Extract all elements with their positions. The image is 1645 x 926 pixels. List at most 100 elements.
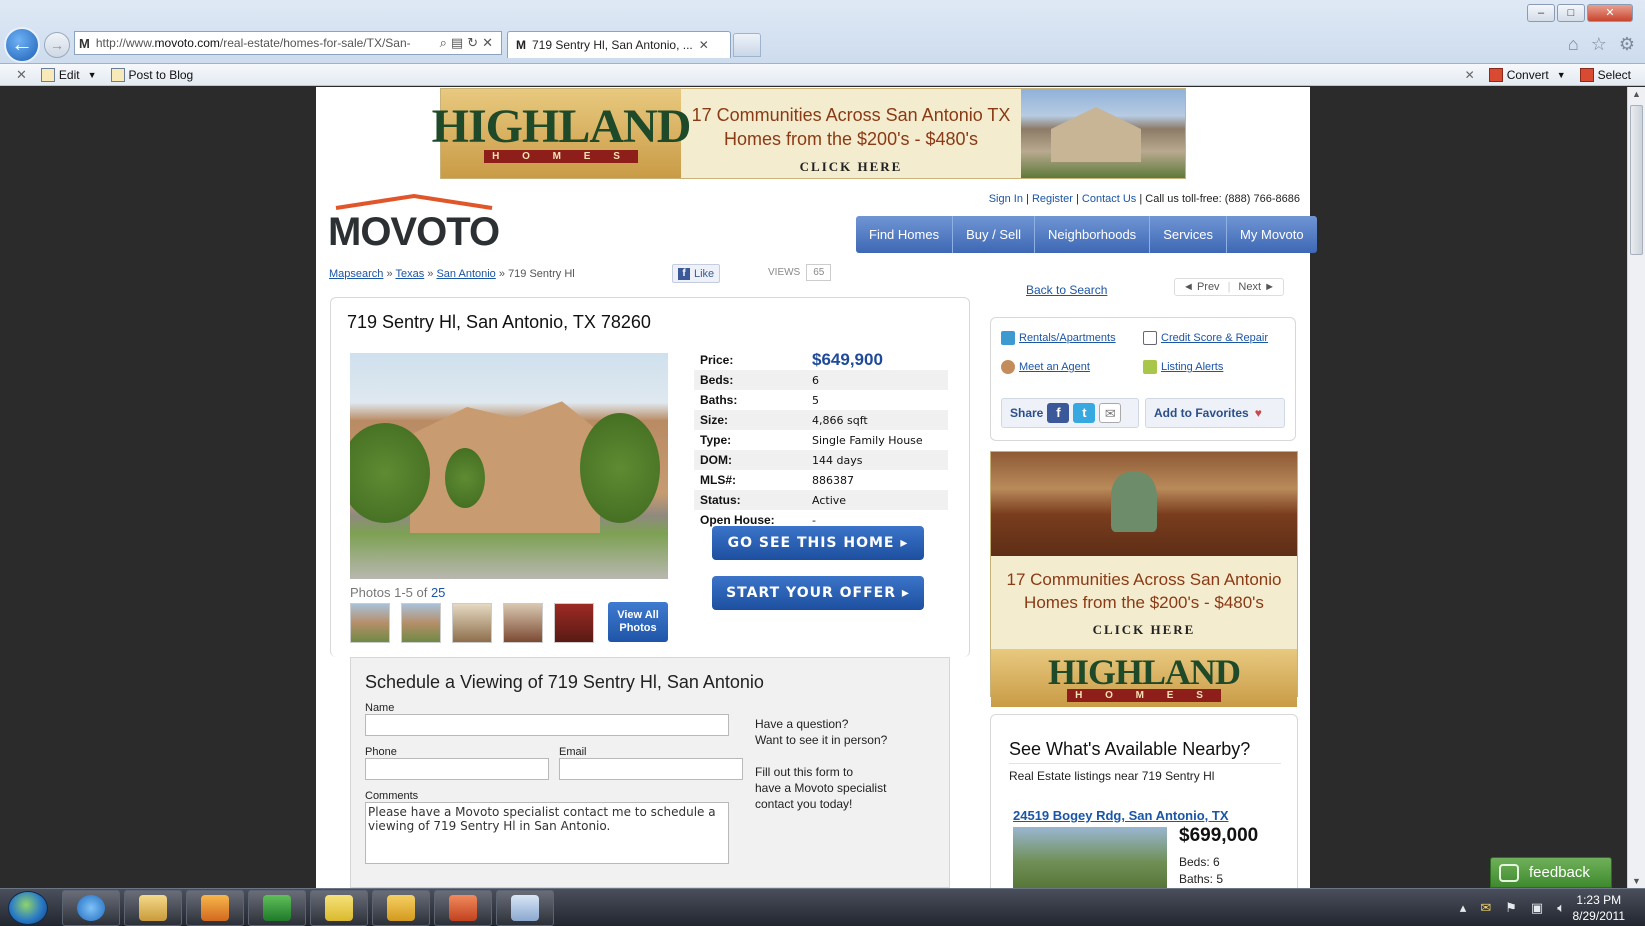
photo-thumbnail[interactable] [554,603,594,643]
breadcrumb-texas[interactable]: Texas [395,268,424,280]
sidebar-ad[interactable]: 17 Communities Across San Antonio Homes … [990,451,1298,707]
minimize-button[interactable]: – [1527,4,1555,22]
next-link[interactable]: Next ► [1238,281,1275,293]
compat-view-icon[interactable]: ▤ [451,35,467,50]
new-tab-button[interactable] [733,33,761,57]
breadcrumb-san-antonio[interactable]: San Antonio [436,268,495,280]
convert-button[interactable]: Convert ▼ [1488,67,1566,82]
start-your-offer-button[interactable]: START YOUR OFFER ▸ [712,576,924,610]
back-to-search-link[interactable]: Back to Search [1026,283,1107,297]
add-to-favorites-button[interactable]: Add to Favorites ♥ [1145,398,1285,428]
maximize-button[interactable]: □ [1557,4,1585,22]
browser-titlebar: – □ ✕ ← → M http://www.movoto.com/real-e… [0,0,1645,64]
fact-label: Size: [700,413,729,427]
register-link[interactable]: Register [1032,193,1073,205]
taskbar-excel[interactable] [248,890,306,926]
listing-main-photo[interactable] [350,353,668,579]
banner-ad[interactable]: HIGHLAND H O M E S 17 Communities Across… [432,88,1186,179]
close-toolbar-icon[interactable]: ✕ [16,67,27,83]
chevron-down-icon[interactable]: ▼ [88,70,97,80]
phone-input[interactable] [365,758,549,780]
taskbar-paint[interactable] [496,890,554,926]
action-center-flag-icon[interactable]: ⚑ [1505,900,1517,916]
volume-icon[interactable]: 🔈︎ [1557,900,1565,916]
search-icon[interactable]: ⌕ [440,35,451,50]
twitter-share-icon[interactable]: t [1073,403,1096,423]
credit-score-link[interactable]: Credit Score & Repair [1143,331,1268,345]
taskbar-explorer[interactable] [124,890,182,926]
nearby-listing-photo[interactable] [1013,827,1167,888]
meet-agent-link[interactable]: Meet an Agent [1001,360,1090,374]
photo-thumbnail[interactable] [401,603,441,643]
photo-thumbnail[interactable] [503,603,543,643]
taskbar-outlook[interactable] [372,890,430,926]
agent-person-icon [1001,360,1015,374]
banner-line1: 17 Communities Across San Antonio TX [691,105,1011,125]
tab-close-icon[interactable]: ✕ [699,38,709,52]
back-button[interactable]: ← [4,27,40,63]
prev-link[interactable]: ◄ Prev [1183,281,1220,293]
photo-thumbnail[interactable] [350,603,390,643]
breadcrumb-mapsearch[interactable]: Mapsearch [329,268,383,280]
photo-thumbnail[interactable] [452,603,492,643]
nav-neighborhoods[interactable]: Neighborhoods [1035,216,1151,253]
address-bar[interactable]: M http://www.movoto.com/real-estate/home… [74,31,502,55]
facebook-like-button[interactable]: f Like [672,264,721,283]
forward-button[interactable]: → [44,32,70,58]
network-icon[interactable]: ▣ [1531,900,1543,916]
nav-buy-sell[interactable]: Buy / Sell [953,216,1035,253]
facebook-share-icon[interactable]: f [1047,403,1070,423]
show-hidden-icons-icon[interactable]: ▴ [1460,900,1467,916]
nav-my-movoto[interactable]: My Movoto [1227,216,1317,253]
comments-textarea[interactable]: Please have a Movoto specialist contact … [365,802,729,864]
taskbar-notes[interactable] [310,890,368,926]
chevron-down-icon[interactable]: ▼ [1557,70,1566,80]
close-convert-icon[interactable]: ✕ [1465,68,1475,82]
taskbar-powerpoint[interactable] [434,890,492,926]
vertical-scrollbar[interactable]: ▲ ▼ [1627,87,1645,888]
scroll-down-icon[interactable]: ▼ [1632,876,1641,886]
page-viewport: HIGHLAND H O M E S 17 Communities Across… [0,87,1627,888]
nearby-listing-link[interactable]: 24519 Bogey Rdg, San Antonio, TX [1013,808,1229,823]
taskbar-ie[interactable] [62,890,120,926]
settings-gear-icon[interactable]: ⚙ [1619,34,1635,55]
nav-services[interactable]: Services [1150,216,1228,253]
scroll-up-icon[interactable]: ▲ [1632,89,1641,99]
fact-value: Single Family House [812,433,923,447]
banner-cta[interactable]: CLICK HERE [681,155,1021,179]
view-all-photos-button[interactable]: View All Photos [608,602,668,642]
movoto-logo[interactable]: MOVOTO [328,194,503,254]
scrollbar-thumb[interactable] [1630,105,1643,255]
feedback-button[interactable]: feedback [1490,857,1612,888]
browser-tab-active[interactable]: M 719 Sentry Hl, San Antonio, ... ✕ [507,31,731,58]
contact-us-link[interactable]: Contact Us [1082,193,1136,205]
home-icon[interactable]: ⌂ [1568,34,1579,55]
fact-row-type: Type: Single Family House [694,430,948,450]
rentals-link[interactable]: Rentals/Apartments [1001,331,1116,345]
listing-alerts-link[interactable]: Listing Alerts [1143,360,1223,374]
email-input[interactable] [559,758,743,780]
refresh-icon[interactable]: ↻ [467,35,482,50]
favorites-star-icon[interactable]: ☆ [1591,34,1607,55]
nav-find-homes[interactable]: Find Homes [856,216,954,253]
start-button[interactable] [8,891,48,925]
stop-icon[interactable]: ✕ [482,35,497,50]
sign-in-link[interactable]: Sign In [989,193,1023,205]
post-to-blog-button[interactable]: Post to Blog [110,67,193,82]
name-input[interactable] [365,714,729,736]
system-clock[interactable]: 1:23 PM 8/29/2011 [1573,892,1626,924]
url-text[interactable]: http://www.movoto.com/real-estate/homes-… [96,36,436,50]
edit-button[interactable]: Edit ▼ [40,67,97,82]
mail-icon[interactable]: ✉ [1480,900,1491,916]
fact-value: 6 [812,373,819,387]
email-share-icon[interactable]: ✉ [1099,403,1122,423]
separator: | [1075,193,1079,205]
taskbar-media-player[interactable] [186,890,244,926]
select-button[interactable]: Select [1579,67,1631,82]
photos-total[interactable]: 25 [431,585,445,600]
fact-row-dom: DOM: 144 days [694,450,948,470]
address-bar-icons[interactable]: ⌕▤↻✕ [436,35,501,51]
side-ad-cta[interactable]: CLICK HERE [991,618,1297,641]
close-window-button[interactable]: ✕ [1587,4,1633,22]
go-see-this-home-button[interactable]: GO SEE THIS HOME ▸ [712,526,924,560]
